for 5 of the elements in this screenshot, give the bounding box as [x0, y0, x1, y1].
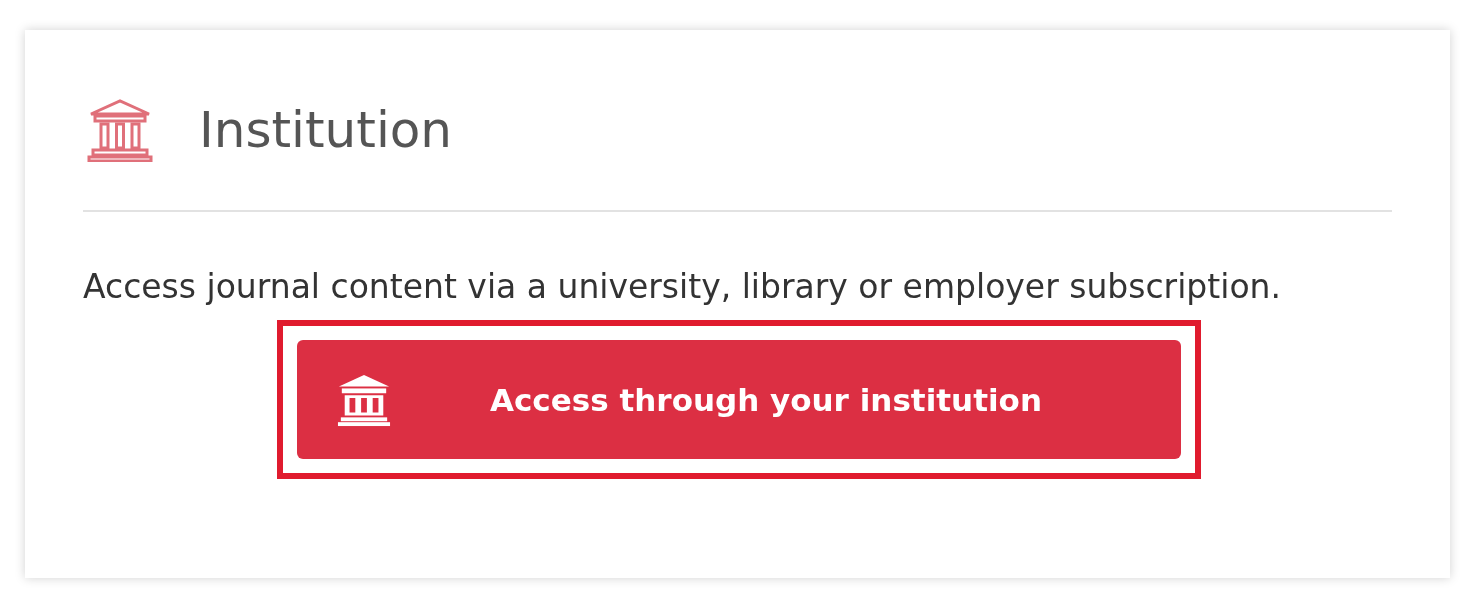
panel-title: Institution: [199, 100, 453, 161]
access-institution-button[interactable]: Access through your institution: [297, 340, 1181, 459]
bank-building-icon: [87, 98, 153, 162]
bank-building-icon: [337, 372, 391, 427]
description-text: Access journal content via a university, library or employer subscription.: [83, 266, 1282, 308]
